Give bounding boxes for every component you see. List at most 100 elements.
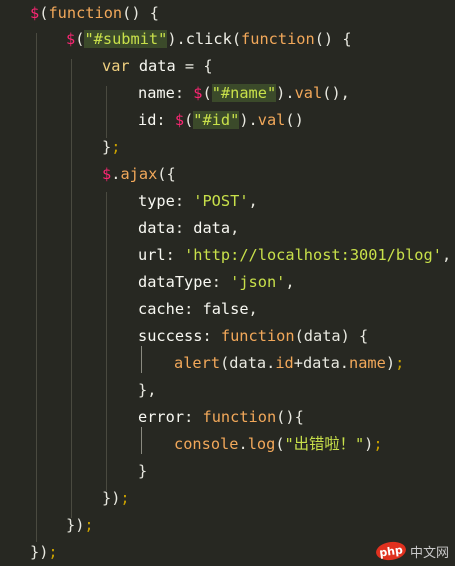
indent-guide <box>106 192 107 491</box>
indent-guide <box>106 86 107 138</box>
code-token: function <box>220 327 295 345</box>
code-token: ( <box>231 30 242 48</box>
code-token: ) <box>364 435 374 453</box>
code-token: log <box>247 435 276 453</box>
code-line: dataType: 'json', <box>138 269 295 296</box>
code-token: ( <box>184 111 194 129</box>
code-token: : <box>184 300 203 318</box>
code-line: } <box>138 458 147 485</box>
watermark-site-text: 中文网 <box>409 545 449 561</box>
code-token: . <box>238 435 248 453</box>
code-token: (data. <box>220 354 276 372</box>
code-token: console <box>174 435 239 453</box>
code-token: ). <box>239 111 258 129</box>
code-token: (){ <box>276 408 304 426</box>
code-token: () { <box>314 30 352 48</box>
code-token: $ <box>174 111 185 129</box>
code-token: "出错啦！" <box>284 435 365 453</box>
code-token: , <box>230 219 240 237</box>
code-token: data <box>193 219 231 237</box>
code-token: +data. <box>293 354 350 372</box>
code-token: $ <box>30 4 40 22</box>
code-line: }); <box>102 485 130 512</box>
code-token: ; <box>48 543 58 561</box>
code-token: data <box>138 57 185 75</box>
code-token: : <box>202 327 221 345</box>
code-token: ( <box>275 435 285 453</box>
code-line: url: 'http://localhost:3001/blog', <box>138 242 451 269</box>
code-token: function <box>202 408 277 426</box>
code-line: }; <box>102 134 120 161</box>
code-token: $ <box>102 165 112 183</box>
code-token: ({ <box>157 165 176 183</box>
code-token: "#id" <box>193 111 240 129</box>
code-token: name <box>138 84 175 102</box>
code-token: data <box>138 219 175 237</box>
code-token: , <box>248 192 258 210</box>
code-token: , <box>285 273 295 291</box>
code-token: ; <box>120 489 130 507</box>
code-line: }); <box>66 512 94 539</box>
code-token: function <box>48 4 123 22</box>
code-token: dataType <box>138 273 212 291</box>
code-token: ). <box>276 84 295 102</box>
code-token: id <box>138 111 157 129</box>
code-token: : <box>165 246 185 264</box>
code-line: alert(data.id+data.name); <box>174 350 404 377</box>
code-line: type: 'POST', <box>138 188 258 215</box>
code-token: : <box>174 219 194 237</box>
code-token: type <box>138 192 175 210</box>
code-token: () { <box>122 4 159 22</box>
code-token: var <box>102 57 139 75</box>
code-token: : <box>184 408 203 426</box>
code-token: (data) { <box>294 327 369 345</box>
site-watermark: php 中文网 <box>374 540 449 562</box>
code-line: $("#submit").click(function() { <box>66 26 352 53</box>
code-token: }) <box>102 489 121 507</box>
code-token: : <box>174 84 194 102</box>
code-token: : <box>211 273 231 291</box>
code-token: } <box>138 462 148 480</box>
code-token: 'POST' <box>193 192 249 210</box>
code-token: : <box>156 111 175 129</box>
code-token: id <box>275 354 294 372</box>
code-token: "#submit" <box>84 30 168 48</box>
code-token: ; <box>373 435 383 453</box>
code-token: }) <box>66 516 85 534</box>
code-line: $(function() { <box>30 0 159 27</box>
php-logo-icon: php <box>374 540 408 562</box>
code-token: function <box>241 30 315 48</box>
code-token: }) <box>30 543 49 561</box>
code-token: $ <box>66 30 76 48</box>
code-editor[interactable]: $(function() { $("#submit").click(functi… <box>0 0 455 566</box>
code-token: (), <box>322 84 350 102</box>
code-token: success <box>138 327 203 345</box>
code-token: ; <box>395 354 405 372</box>
code-token: ) <box>385 354 396 372</box>
code-token: () <box>285 111 304 129</box>
code-token: , <box>441 246 452 264</box>
code-token: , <box>248 300 258 318</box>
code-token: error <box>138 408 185 426</box>
code-token: false <box>202 300 249 318</box>
code-line: name: $("#name").val(), <box>138 80 350 107</box>
code-token: : <box>174 192 194 210</box>
code-token: }, <box>138 381 157 399</box>
code-token: click <box>185 30 232 48</box>
code-line: id: $("#id").val() <box>138 107 304 134</box>
indent-guide <box>141 427 142 454</box>
code-line: cache: false, <box>138 296 258 323</box>
code-line: }); <box>30 539 58 566</box>
code-token: alert <box>174 354 221 372</box>
code-token: val <box>257 111 286 129</box>
code-token: ). <box>167 30 186 48</box>
code-token: = { <box>184 57 213 75</box>
code-line: console.log("出错啦！"); <box>174 431 383 458</box>
code-line: data: data, <box>138 215 239 242</box>
code-token: ; <box>84 516 94 534</box>
code-token: 'http://localhost:3001/blog' <box>184 246 442 264</box>
code-token: "#name" <box>211 84 277 102</box>
code-line: $.ajax({ <box>102 161 176 188</box>
code-token: url <box>138 246 166 264</box>
code-line: }, <box>138 377 156 404</box>
